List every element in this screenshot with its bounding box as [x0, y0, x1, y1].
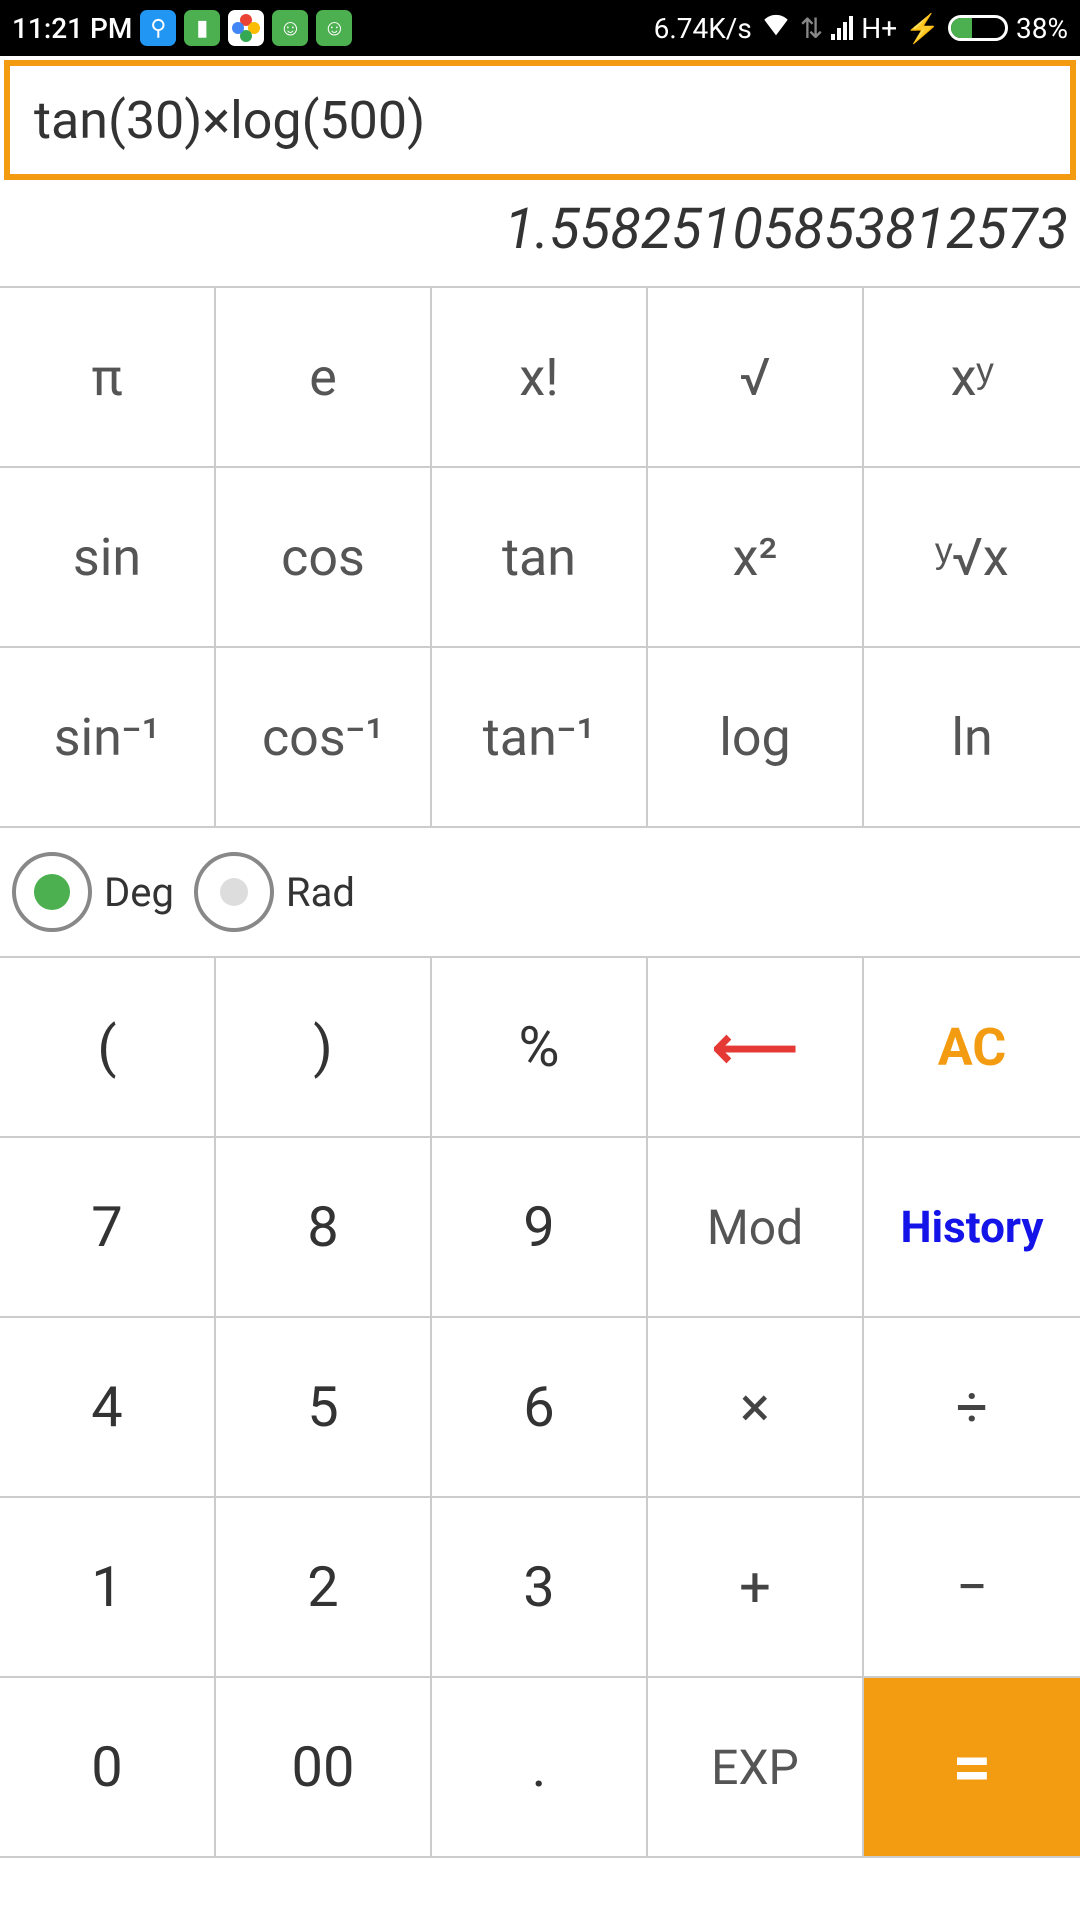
- zero-button[interactable]: 0: [0, 1678, 216, 1858]
- log-button[interactable]: log: [648, 648, 864, 828]
- decimal-button[interactable]: .: [432, 1678, 648, 1858]
- battery-icon: [948, 15, 1008, 41]
- backspace-button[interactable]: ⟵: [648, 958, 864, 1138]
- acos-button[interactable]: cos⁻¹: [216, 648, 432, 828]
- double-zero-button[interactable]: 00: [216, 1678, 432, 1858]
- equals-button[interactable]: =: [864, 1678, 1080, 1858]
- six-button[interactable]: 6: [432, 1318, 648, 1498]
- photos-icon: [228, 10, 264, 46]
- tan-button[interactable]: tan: [432, 468, 648, 648]
- angle-mode-row: Deg Rad: [0, 828, 1080, 958]
- robot-icon-2: ☺: [316, 10, 352, 46]
- status-left: 11:21 PM ⚲ ▮ ☺ ☺: [12, 10, 352, 46]
- eight-button[interactable]: 8: [216, 1138, 432, 1318]
- nine-button[interactable]: 9: [432, 1138, 648, 1318]
- deg-radio[interactable]: [12, 852, 92, 932]
- lparen-button[interactable]: (: [0, 958, 216, 1138]
- result-text: 1.55825105853812573: [504, 196, 1068, 262]
- charging-icon: ⚡: [905, 12, 940, 45]
- power-button[interactable]: xʸ: [864, 288, 1080, 468]
- rad-radio[interactable]: [194, 852, 274, 932]
- battery-saver-icon: ▮: [184, 10, 220, 46]
- status-right: 6.74K/s ⇅ H+ ⚡ 38%: [654, 12, 1068, 45]
- number-button-grid: ( ) % ⟵ AC 7 8 9 Mod History 4 5 6 × ÷ 1…: [0, 958, 1080, 1858]
- backspace-icon: ⟵: [712, 1012, 798, 1083]
- percent-button[interactable]: %: [432, 958, 648, 1138]
- multiply-button[interactable]: ×: [648, 1318, 864, 1498]
- yroot-button[interactable]: ʸ√x: [864, 468, 1080, 648]
- result-display: 1.55825105853812573: [0, 184, 1080, 286]
- expression-input[interactable]: tan(30)×log(500): [4, 60, 1076, 180]
- divide-button[interactable]: ÷: [864, 1318, 1080, 1498]
- ln-button[interactable]: ln: [864, 648, 1080, 828]
- status-bar: 11:21 PM ⚲ ▮ ☺ ☺ 6.74K/s ⇅ H+ ⚡: [0, 0, 1080, 56]
- square-button[interactable]: x²: [648, 468, 864, 648]
- five-button[interactable]: 5: [216, 1318, 432, 1498]
- sqrt-button[interactable]: √: [648, 288, 864, 468]
- sin-button[interactable]: sin: [0, 468, 216, 648]
- plus-button[interactable]: +: [648, 1498, 864, 1678]
- status-time: 11:21 PM: [12, 12, 132, 45]
- robot-icon-1: ☺: [272, 10, 308, 46]
- two-button[interactable]: 2: [216, 1498, 432, 1678]
- data-speed: 6.74K/s: [654, 12, 752, 45]
- one-button[interactable]: 1: [0, 1498, 216, 1678]
- expression-text: tan(30)×log(500): [34, 90, 425, 151]
- factorial-button[interactable]: x!: [432, 288, 648, 468]
- data-arrows-icon: ⇅: [800, 12, 823, 45]
- scientific-button-grid: π e x! √ xʸ sin cos tan x² ʸ√x sin⁻¹ cos…: [0, 286, 1080, 828]
- seven-button[interactable]: 7: [0, 1138, 216, 1318]
- history-button[interactable]: History: [864, 1138, 1080, 1318]
- cos-button[interactable]: cos: [216, 468, 432, 648]
- four-button[interactable]: 4: [0, 1318, 216, 1498]
- usb-icon: ⚲: [140, 10, 176, 46]
- deg-label: Deg: [104, 869, 174, 916]
- minus-button[interactable]: −: [864, 1498, 1080, 1678]
- ac-button[interactable]: AC: [864, 958, 1080, 1138]
- network-type: H+: [861, 12, 897, 45]
- asin-button[interactable]: sin⁻¹: [0, 648, 216, 828]
- e-button[interactable]: e: [216, 288, 432, 468]
- wifi-icon: [760, 12, 792, 45]
- mod-button[interactable]: Mod: [648, 1138, 864, 1318]
- three-button[interactable]: 3: [432, 1498, 648, 1678]
- pi-button[interactable]: π: [0, 288, 216, 468]
- rad-label: Rad: [286, 869, 355, 916]
- exp-button[interactable]: EXP: [648, 1678, 864, 1858]
- rparen-button[interactable]: ): [216, 958, 432, 1138]
- battery-percent: 38%: [1016, 12, 1068, 45]
- signal-icon: [831, 16, 853, 40]
- atan-button[interactable]: tan⁻¹: [432, 648, 648, 828]
